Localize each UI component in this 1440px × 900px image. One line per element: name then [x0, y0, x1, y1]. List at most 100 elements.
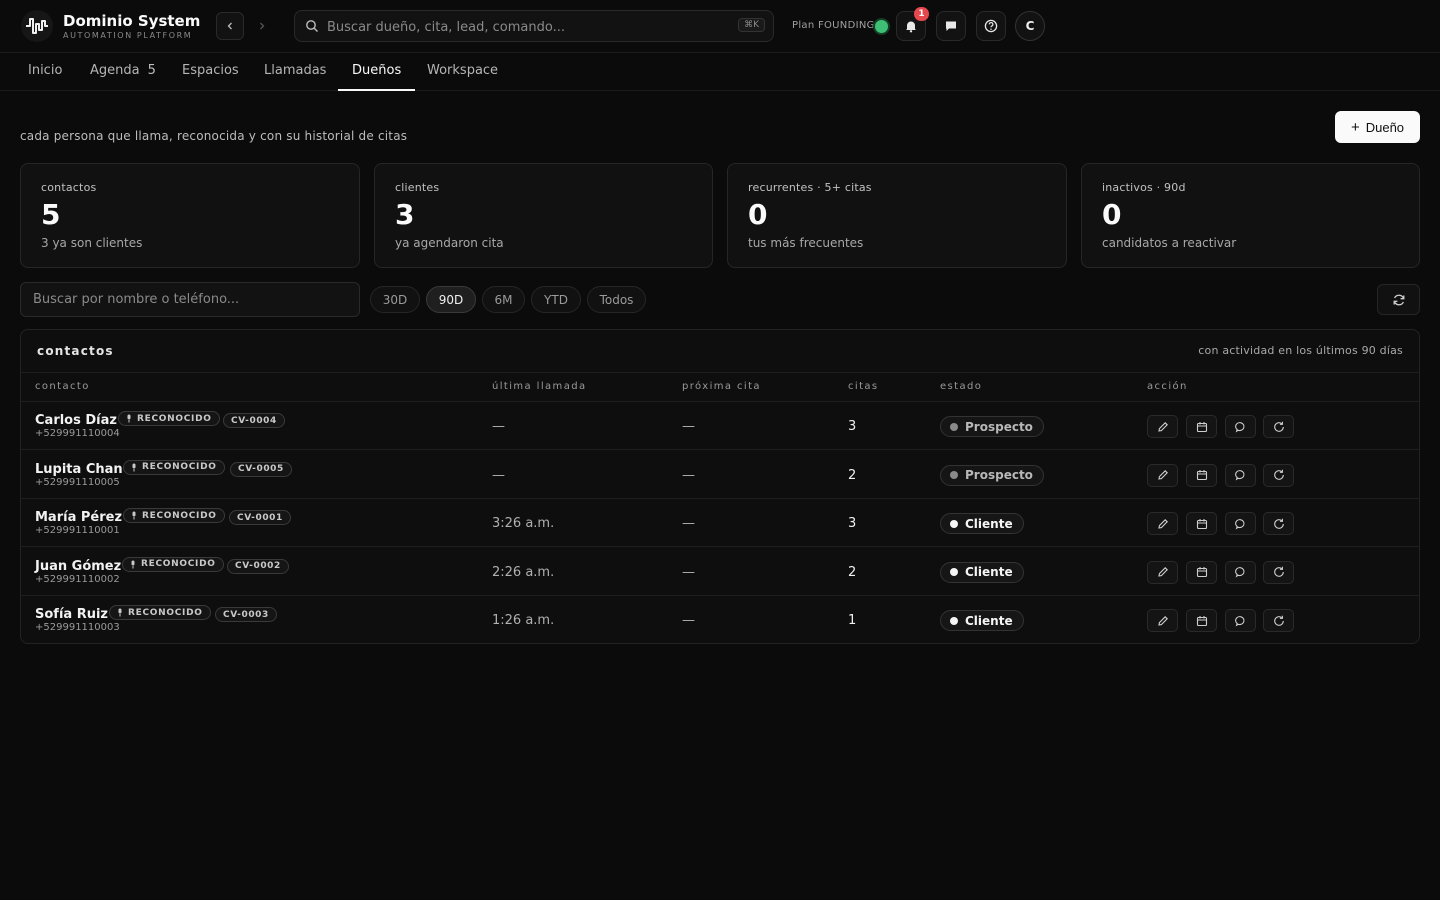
notification-badge: 1 — [914, 7, 929, 21]
appointment-count: 2 — [848, 467, 857, 483]
chat-bubble-icon — [1234, 470, 1245, 481]
logo-icon[interactable] — [21, 10, 53, 42]
refresh-icon — [1273, 421, 1284, 432]
recognized-badge: RECONOCIDO — [109, 605, 211, 620]
contact-name[interactable]: Sofía Ruiz — [35, 607, 108, 622]
appointment-count: 1 — [848, 613, 857, 628]
contact-name[interactable]: Juan Gómez — [35, 559, 121, 574]
column-header: última llamada — [492, 381, 587, 392]
message-button[interactable] — [1225, 463, 1256, 487]
reactivate-button[interactable] — [1263, 463, 1294, 487]
tab-agenda[interactable]: Agenda 5 — [90, 53, 156, 91]
stat-value: 0 — [1102, 198, 1122, 231]
message-button[interactable] — [1225, 560, 1256, 584]
chevron-left-icon — [227, 22, 232, 30]
chevron-right-icon — [260, 22, 265, 30]
reactivate-button[interactable] — [1263, 415, 1294, 438]
chat-icon — [946, 21, 956, 31]
range-ytd[interactable]: YTD — [531, 286, 581, 313]
contact-search-input[interactable] — [20, 282, 360, 317]
calendar-icon — [1196, 518, 1207, 529]
refresh-button[interactable] — [1377, 284, 1420, 315]
reactivate-button[interactable] — [1263, 560, 1294, 584]
help-button[interactable] — [976, 11, 1006, 41]
table-row[interactable]: Juan Gómez +529991110002 RECONOCIDO CV-0002… — [21, 548, 1419, 596]
edit-button[interactable] — [1147, 609, 1178, 632]
range-30d[interactable]: 30D — [370, 286, 420, 313]
status-dot — [950, 471, 958, 479]
tab-label: Agenda — [90, 63, 140, 78]
message-button[interactable] — [1225, 609, 1256, 632]
contact-phone: +529991110002 — [35, 573, 120, 585]
edit-button[interactable] — [1147, 415, 1178, 438]
last-call: — — [492, 467, 505, 483]
back-button[interactable] — [216, 12, 244, 40]
range-90d[interactable]: 90D — [426, 286, 476, 313]
column-header: próxima cita — [682, 381, 761, 392]
recognized-badge: RECONOCIDO — [123, 508, 225, 523]
edit-button[interactable] — [1147, 512, 1178, 535]
help-icon — [984, 19, 998, 33]
recognized-badge: RECONOCIDO — [118, 411, 220, 426]
tab-espacios[interactable]: Espacios — [182, 53, 239, 91]
chat-bubble-icon — [1234, 615, 1245, 627]
messages-button[interactable] — [936, 11, 966, 41]
table-header: contacto última llamada próxima cita cit… — [21, 372, 1419, 402]
tab-duenos[interactable]: Dueños — [338, 53, 416, 91]
user-avatar[interactable]: C — [1015, 11, 1045, 41]
stat-card-contactos: contactos 5 3 ya son clientes — [20, 163, 360, 268]
contact-name[interactable]: María Pérez — [35, 510, 122, 525]
recognized-label: RECONOCIDO — [142, 510, 217, 521]
global-search-input[interactable] — [327, 17, 717, 37]
range-6m[interactable]: 6M — [482, 286, 525, 313]
message-button[interactable] — [1225, 512, 1256, 535]
last-call: 2:26 a.m. — [492, 564, 555, 580]
contact-name[interactable]: Lupita Chan — [35, 462, 123, 477]
refresh-icon — [1273, 615, 1284, 626]
next-appointment: — — [682, 516, 695, 531]
recognized-label: RECONOCIDO — [141, 559, 216, 569]
contact-name[interactable]: Carlos Díaz — [35, 413, 117, 428]
status-dot — [950, 422, 958, 431]
reactivate-button[interactable] — [1263, 512, 1294, 535]
edit-button[interactable] — [1147, 560, 1178, 584]
table-title: contactos — [37, 344, 114, 358]
schedule-button[interactable] — [1186, 609, 1217, 632]
tab-llamadas[interactable]: Llamadas — [264, 53, 326, 91]
contact-phone: +529991110004 — [35, 428, 120, 439]
schedule-button[interactable] — [1186, 512, 1217, 535]
schedule-button[interactable] — [1186, 463, 1217, 487]
stat-card-clientes: clientes 3 ya agendaron cita — [374, 163, 713, 268]
table-row[interactable]: Carlos Díaz +529991110004 RECONOCIDO CV-000… — [21, 402, 1419, 450]
reactivate-button[interactable] — [1263, 609, 1294, 632]
column-header: acción — [1147, 381, 1188, 392]
edit-button[interactable] — [1147, 463, 1178, 487]
tab-count: 5 — [147, 63, 156, 78]
plan-label: Plan FOUNDING — [792, 20, 875, 31]
schedule-button[interactable] — [1186, 415, 1217, 438]
message-button[interactable] — [1225, 415, 1256, 438]
pencil-icon — [1157, 615, 1168, 626]
status-badge: Cliente — [940, 561, 1024, 583]
contact-phone: +529991110005 — [35, 476, 120, 488]
tab-inicio[interactable]: Inicio — [28, 53, 62, 91]
microphone-icon — [131, 560, 135, 568]
table-row[interactable]: María Pérez +529991110001 RECONOCIDO CV-000… — [21, 499, 1419, 547]
forward-button[interactable] — [248, 12, 276, 40]
column-header: contacto — [35, 381, 90, 392]
table-row[interactable]: Sofía Ruiz +529991110003 RECONOCIDO CV-0003… — [21, 596, 1419, 644]
stat-card-inactivos: inactivos · 90d 0 candidatos a reactivar — [1081, 163, 1420, 268]
schedule-button[interactable] — [1186, 560, 1217, 584]
tab-workspace[interactable]: Workspace — [427, 53, 498, 91]
brand-title: Dominio System — [63, 12, 201, 30]
add-owner-button[interactable]: + Dueño — [1335, 111, 1420, 143]
range-todos[interactable]: Todos — [587, 286, 646, 313]
microphone-icon — [127, 414, 131, 423]
status-badge: Cliente — [940, 610, 1024, 631]
table-row[interactable]: Lupita Chan +529991110005 RECONOCIDO CV-000… — [21, 451, 1419, 499]
status-badge: Prospecto — [940, 464, 1044, 486]
top-bar: Dominio System AUTOMATION PLATFORM ⌘K Pl… — [0, 0, 1440, 53]
search-icon — [306, 20, 318, 32]
recognized-label: RECONOCIDO — [128, 607, 203, 618]
contact-id-badge: CV-0004 — [223, 413, 285, 428]
